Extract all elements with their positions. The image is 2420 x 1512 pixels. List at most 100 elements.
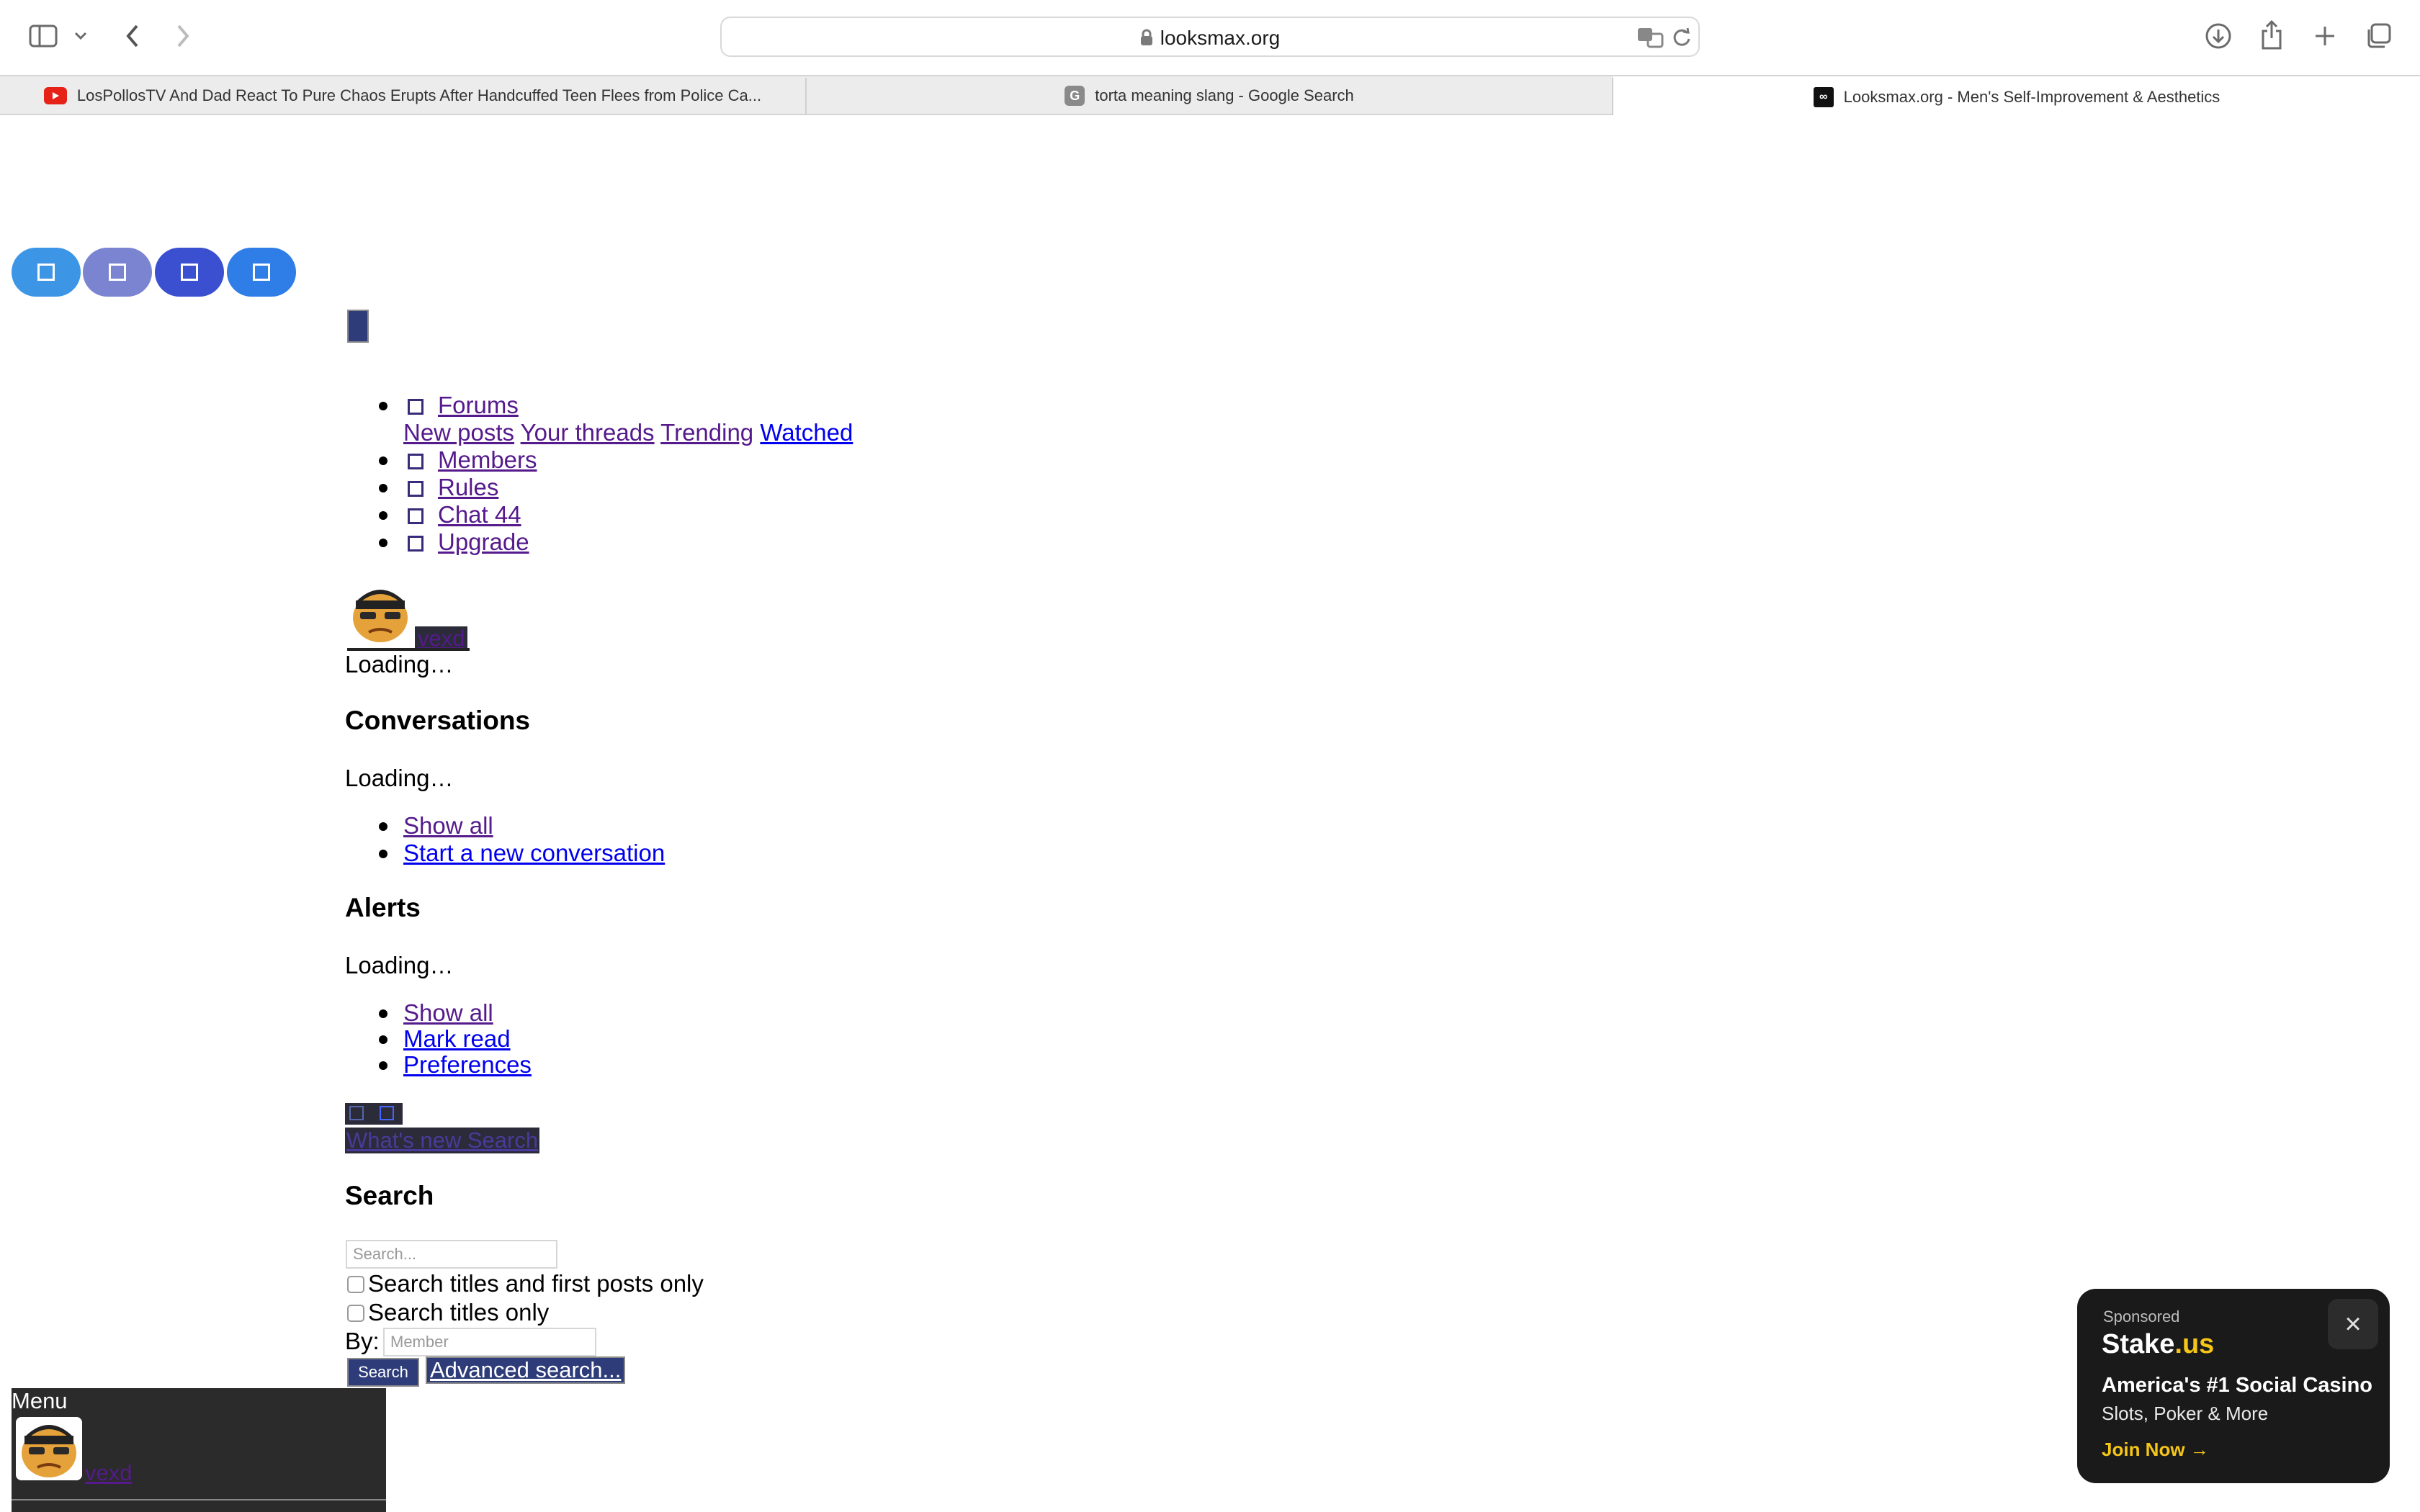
url-text: looksmax.org	[722, 27, 1698, 51]
alerts-loading-text: Loading…	[345, 952, 454, 978]
link-new-posts[interactable]: New posts	[403, 419, 514, 446]
conversations-heading: Conversations	[345, 706, 531, 735]
forums-icon	[408, 399, 424, 415]
square-icon	[181, 264, 198, 281]
avatar-face-icon	[347, 582, 413, 645]
menu-label[interactable]: Menu	[12, 1388, 68, 1414]
start-conversation-link[interactable]: Start a new conversation	[403, 840, 665, 867]
alerts-show-all-link[interactable]: Show all	[403, 999, 493, 1027]
list-bullet	[379, 822, 387, 831]
user-loading-text: Loading…	[345, 651, 454, 678]
rules-icon	[408, 481, 424, 498]
tab-youtube[interactable]: LosPollosTV And Dad React To Pure Chaos …	[0, 76, 805, 115]
nav-item-forums[interactable]: Forums	[408, 392, 519, 419]
sponsored-ad-card[interactable]: Sponsored × Stake.us America's #1 Social…	[2077, 1289, 2390, 1483]
tab-looksmax[interactable]: ∞ Looksmax.org - Men's Self-Improvement …	[1613, 76, 2420, 118]
sidebar-toggle-icon[interactable]	[27, 22, 59, 50]
tab-bar: LosPollosTV And Dad React To Pure Chaos …	[0, 75, 2420, 118]
nav-link-members[interactable]: Members	[438, 446, 537, 473]
members-icon	[408, 454, 424, 470]
member-input[interactable]: Member	[383, 1328, 596, 1356]
menu-username-link[interactable]: vexd	[85, 1460, 132, 1486]
forward-arrow-icon[interactable]	[170, 20, 196, 52]
list-bullet	[379, 539, 387, 547]
nav-item-rules[interactable]: Rules	[408, 474, 498, 501]
ad-join-now-link[interactable]: Join Now →	[2102, 1439, 2209, 1461]
ad-sponsored-label: Sponsored	[2103, 1308, 2180, 1326]
nav-item-upgrade[interactable]: Upgrade	[408, 528, 529, 556]
username-chip[interactable]: vexd	[415, 626, 468, 651]
square-icon	[253, 264, 270, 281]
advanced-search-link[interactable]: Advanced search...	[426, 1356, 626, 1384]
close-icon: ×	[2344, 1308, 2362, 1340]
ad-brand: Stake.us	[2102, 1329, 2215, 1359]
preferences-link[interactable]: Preferences	[403, 1051, 532, 1079]
titles-only-label: Search titles only	[368, 1299, 550, 1326]
nav-item-chat[interactable]: Chat 44	[408, 501, 521, 528]
chevron-down-icon[interactable]	[72, 26, 89, 46]
conversations-loading-text: Loading…	[345, 765, 454, 791]
share-button-1[interactable]	[12, 248, 81, 297]
share-button-3[interactable]	[155, 248, 224, 297]
lock-icon	[1140, 28, 1153, 51]
nav-link-chat[interactable]: Chat 44	[438, 501, 521, 528]
browser-toolbar: looksmax.org	[0, 0, 2420, 75]
nav-link-rules[interactable]: Rules	[438, 474, 498, 500]
translate-icon[interactable]	[1636, 24, 1665, 51]
download-icon[interactable]	[2202, 20, 2234, 52]
address-bar[interactable]: looksmax.org	[720, 17, 1700, 57]
alerts-heading: Alerts	[345, 893, 421, 922]
share-button-2[interactable]	[83, 248, 152, 297]
search-heading: Search	[345, 1181, 434, 1210]
google-icon: G	[1065, 86, 1085, 106]
ad-close-button[interactable]: ×	[2328, 1299, 2378, 1349]
search-input[interactable]: Search...	[346, 1240, 557, 1269]
new-tab-plus-icon[interactable]	[2311, 20, 2339, 52]
list-bullet	[379, 1035, 387, 1044]
nav-item-members[interactable]: Members	[408, 446, 537, 474]
tab-overview-icon[interactable]	[2362, 20, 2394, 52]
conversations-show-all-link[interactable]: Show all	[403, 812, 493, 840]
list-bullet	[379, 456, 387, 465]
site-logo[interactable]	[347, 310, 369, 343]
nav-link-upgrade[interactable]: Upgrade	[438, 528, 529, 555]
ad-subline: Slots, Poker & More	[2102, 1403, 2269, 1424]
titles-first-posts-checkbox[interactable]	[347, 1276, 364, 1293]
chat-icon	[408, 508, 424, 525]
forum-sublinks: New posts Your threads Trending Watched	[403, 419, 853, 446]
by-label: By:	[345, 1328, 380, 1354]
menu-divider	[12, 1499, 386, 1500]
link-trending[interactable]: Trending	[660, 419, 753, 446]
upgrade-icon	[408, 536, 424, 552]
list-bullet	[379, 402, 387, 410]
square-icon	[37, 264, 55, 281]
whatsnew-icon-bar	[345, 1103, 403, 1125]
search-square-icon[interactable]	[380, 1106, 394, 1120]
link-your-threads[interactable]: Your threads	[521, 419, 655, 446]
nav-link-forums[interactable]: Forums	[438, 392, 519, 418]
list-bullet	[379, 1009, 387, 1018]
tab-google[interactable]: G torta meaning slang - Google Search	[807, 76, 1612, 115]
search-submit-button[interactable]: Search	[347, 1358, 419, 1387]
youtube-icon	[43, 87, 67, 104]
square-icon	[109, 264, 126, 281]
whatsnew-search-bar[interactable]: What's new Search	[345, 1128, 540, 1153]
link-watched[interactable]: Watched	[760, 419, 853, 446]
looksmax-icon: ∞	[1813, 87, 1834, 107]
titles-first-posts-label: Search titles and first posts only	[368, 1270, 704, 1297]
share-button-4[interactable]	[227, 248, 296, 297]
titles-only-checkbox[interactable]	[347, 1305, 364, 1322]
user-avatar[interactable]	[347, 582, 413, 645]
list-bullet	[379, 850, 387, 858]
back-arrow-icon[interactable]	[120, 20, 145, 52]
list-bullet	[379, 484, 387, 492]
whatsnew-square-icon[interactable]	[349, 1106, 364, 1120]
avatar-face-icon	[16, 1417, 82, 1480]
mark-read-link[interactable]: Mark read	[403, 1025, 511, 1053]
menu-user-avatar[interactable]	[16, 1417, 82, 1480]
share-icon[interactable]	[2257, 17, 2286, 52]
reload-icon[interactable]	[1670, 24, 1694, 51]
offcanvas-menu-panel: Menu vexd	[12, 1388, 386, 1512]
list-bullet	[379, 511, 387, 520]
list-bullet	[379, 1061, 387, 1070]
